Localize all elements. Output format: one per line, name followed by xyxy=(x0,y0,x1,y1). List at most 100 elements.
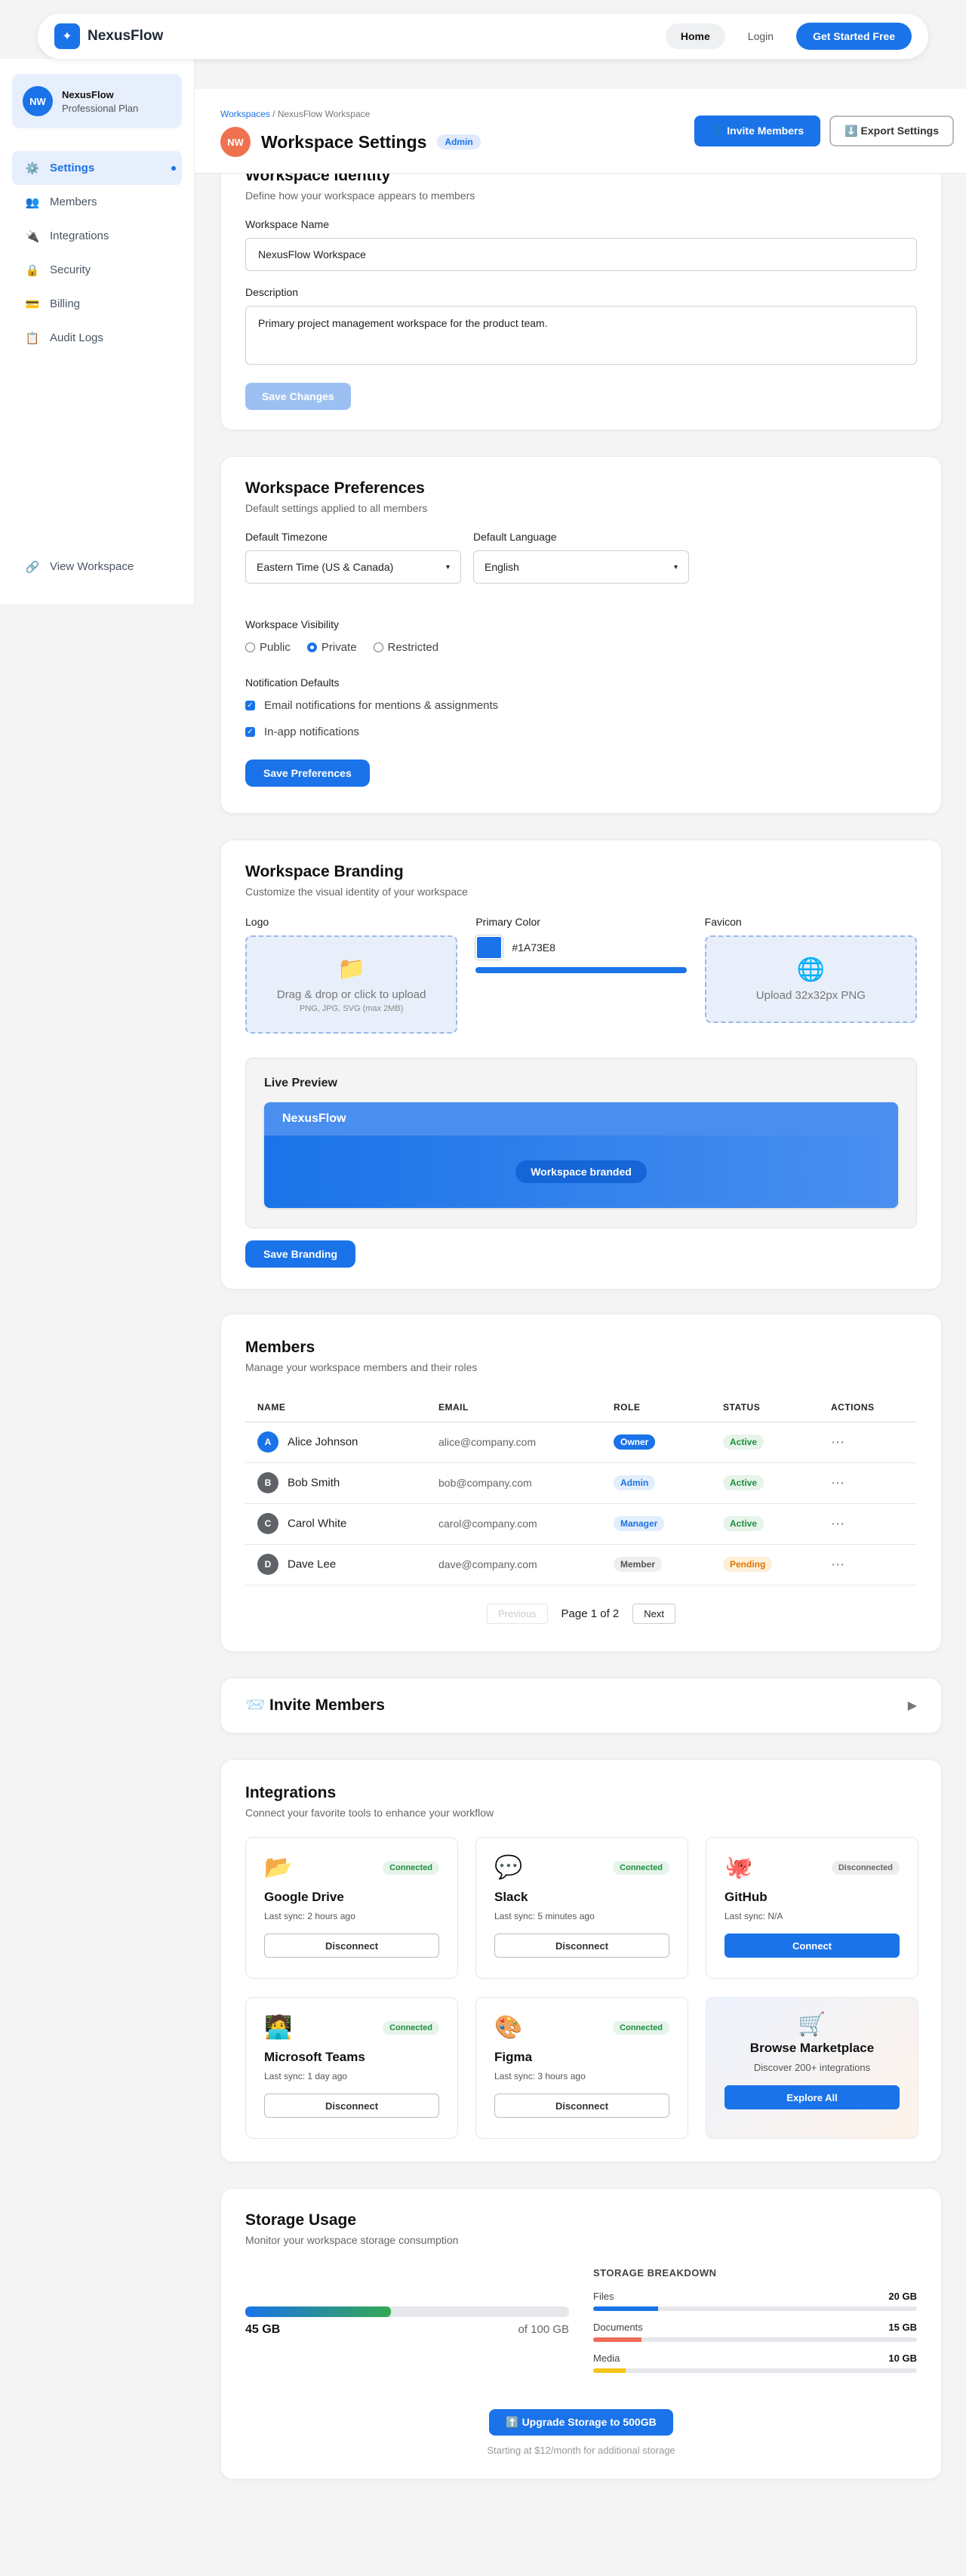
disconnect-button[interactable]: Disconnect xyxy=(264,1934,439,1958)
email-notifications-checkbox[interactable]: ✓ Email notifications for mentions & ass… xyxy=(245,699,917,712)
description-textarea[interactable]: Primary project management workspace for… xyxy=(245,306,917,365)
workspace-profile[interactable]: NW NexusFlow Professional Plan xyxy=(12,74,182,128)
table-row: D Dave Lee dave@company.com Member Pendin… xyxy=(245,1544,917,1585)
connect-button[interactable]: Connect xyxy=(724,1934,900,1958)
sidebar-item-label: Integrations xyxy=(50,230,109,242)
save-changes-button[interactable]: Save Changes xyxy=(245,383,351,410)
members-title: Members xyxy=(245,1339,315,1356)
status-badge: Connected xyxy=(383,2020,439,2035)
nav-login-link[interactable]: Login xyxy=(736,23,786,49)
row-actions-button[interactable]: ⋯ xyxy=(819,1462,917,1504)
sidebar-item-label: Billing xyxy=(50,297,81,310)
branding-subtitle: Customize the visual identity of your wo… xyxy=(245,886,468,898)
profile-name: NexusFlow xyxy=(62,88,114,100)
timezone-select[interactable]: Eastern Time (US & Canada) ▾ xyxy=(245,550,461,584)
disconnect-button[interactable]: Disconnect xyxy=(494,1934,669,1958)
color-hex-value[interactable]: #1A73E8 xyxy=(512,941,555,954)
checkbox-checked-icon: ✓ xyxy=(245,727,255,737)
chevron-down-icon: ▾ xyxy=(445,562,450,572)
member-name: Alice Johnson xyxy=(288,1435,358,1449)
logo-icon[interactable]: ✦ xyxy=(54,23,80,49)
color-preview-bar xyxy=(475,967,687,973)
language-select[interactable]: English ▾ xyxy=(473,550,689,584)
breakdown-label: Media xyxy=(593,2353,620,2364)
sidebar-item-integrations[interactable]: 🔌 Integrations xyxy=(12,219,182,253)
sidebar-item-security[interactable]: 🔒 Security xyxy=(12,253,182,287)
color-swatch[interactable] xyxy=(475,935,503,960)
chevron-right-icon[interactable]: ▶ xyxy=(908,1698,917,1713)
storage-card: Storage Usage Monitor your workspace sto… xyxy=(220,2188,942,2479)
folder-icon: 📂 xyxy=(264,1855,293,1880)
brand-name[interactable]: NexusFlow xyxy=(88,28,163,45)
next-page-button[interactable]: Next xyxy=(632,1603,676,1624)
view-workspace-link[interactable]: 🔗 View Workspace xyxy=(12,550,182,584)
disconnect-button[interactable]: Disconnect xyxy=(494,2094,669,2118)
identity-card: Workspace Identity Define how your works… xyxy=(220,143,942,430)
storage-used: 45 GB xyxy=(245,2323,281,2336)
sidebar-item-billing[interactable]: 💳 Billing xyxy=(12,287,182,321)
logo-dropzone[interactable]: 📁 Drag & drop or click to upload PNG, JP… xyxy=(245,935,458,1034)
row-actions-button[interactable]: ⋯ xyxy=(819,1422,917,1463)
member-email: bob@company.com xyxy=(426,1462,601,1504)
integration-card-figma: 🎨 Connected Figma Last sync: 3 hours ago… xyxy=(475,1997,688,2139)
member-email: dave@company.com xyxy=(426,1544,601,1585)
column-header[interactable]: EMAIL xyxy=(426,1393,601,1422)
visibility-private-radio[interactable]: Private xyxy=(306,641,357,654)
favicon-label: Favicon xyxy=(704,916,742,928)
active-indicator xyxy=(171,165,176,171)
radio-label: Restricted xyxy=(387,641,439,654)
breadcrumb-separator: / xyxy=(269,109,278,119)
breadcrumb-workspaces-link[interactable]: Workspaces xyxy=(220,109,270,119)
view-workspace-label: View Workspace xyxy=(50,560,134,573)
sidebar-item-members[interactable]: 👥 Members xyxy=(12,185,182,219)
favicon-dropzone[interactable]: 🌐 Upload 32x32px PNG xyxy=(704,935,917,1023)
users-icon: 👥 xyxy=(25,196,40,209)
disconnect-button[interactable]: Disconnect xyxy=(264,2094,439,2118)
visibility-restricted-radio[interactable]: Restricted xyxy=(373,641,439,654)
invite-members-button[interactable]: 👤 Invite Members xyxy=(694,116,821,146)
palette-icon: 🎨 xyxy=(494,2015,523,2040)
identity-subtitle: Define how your workspace appears to mem… xyxy=(245,190,475,202)
status-badge: Active xyxy=(723,1434,764,1450)
live-preview-panel: Live Preview NexusFlow Workspace branded xyxy=(245,1058,917,1228)
upgrade-storage-button[interactable]: ⬆️ Upgrade Storage to 500GB xyxy=(489,2409,673,2436)
top-navbar: ✦ NexusFlow Home Login Get Started Free xyxy=(38,14,928,59)
primary-color-label: Primary Color xyxy=(475,916,540,928)
save-preferences-button[interactable]: Save Preferences xyxy=(245,760,370,787)
integration-sync: Last sync: 2 hours ago xyxy=(264,1911,355,1921)
row-actions-button[interactable]: ⋯ xyxy=(819,1544,917,1585)
column-header: ACTIONS xyxy=(819,1393,917,1422)
sidebar-item-audit-logs[interactable]: 📋 Audit Logs xyxy=(12,321,182,355)
sidebar-item-settings[interactable]: ⚙️ Settings xyxy=(12,151,182,185)
column-header[interactable]: NAME xyxy=(245,1393,426,1422)
explore-all-button[interactable]: Explore All xyxy=(724,2085,900,2109)
preferences-title: Workspace Preferences xyxy=(245,479,425,497)
row-actions-button[interactable]: ⋯ xyxy=(819,1503,917,1545)
favicon-hint: Upload 32x32px PNG xyxy=(755,989,866,1002)
inapp-notifications-checkbox[interactable]: ✓ In-app notifications xyxy=(245,726,917,738)
previous-page-button[interactable]: Previous xyxy=(486,1603,548,1624)
role-badge: Admin xyxy=(614,1475,656,1490)
logo-label: Logo xyxy=(245,916,269,928)
plug-icon: 🔌 xyxy=(25,230,40,243)
integration-sync: Last sync: 5 minutes ago xyxy=(494,1911,595,1921)
preview-brand: NexusFlow xyxy=(264,1102,898,1135)
workspace-avatar: NW xyxy=(220,127,251,157)
column-header[interactable]: ROLE xyxy=(601,1393,711,1422)
sidebar-item-label: Audit Logs xyxy=(50,331,103,344)
sidebar-item-label: Security xyxy=(50,263,91,276)
save-branding-button[interactable]: Save Branding xyxy=(245,1240,356,1268)
workspace-name-input[interactable]: NexusFlow Workspace xyxy=(245,238,917,271)
column-header[interactable]: STATUS xyxy=(711,1393,819,1422)
visibility-public-radio[interactable]: Public xyxy=(245,641,291,654)
export-settings-button[interactable]: ⬇️ Export Settings xyxy=(829,116,954,146)
breakdown-item-documents: Documents 15 GB xyxy=(593,2322,917,2342)
nav-home-link[interactable]: Home xyxy=(665,23,725,49)
status-badge: Connected xyxy=(383,1860,439,1875)
breakdown-fill xyxy=(593,2368,626,2373)
invite-members-section[interactable]: 📨 Invite Members ▶ xyxy=(220,1678,942,1733)
role-badge: Admin xyxy=(437,134,481,149)
get-started-button[interactable]: Get Started Free xyxy=(796,23,912,50)
preferences-card: Workspace Preferences Default settings a… xyxy=(220,456,942,814)
radio-selected-icon xyxy=(306,642,317,652)
